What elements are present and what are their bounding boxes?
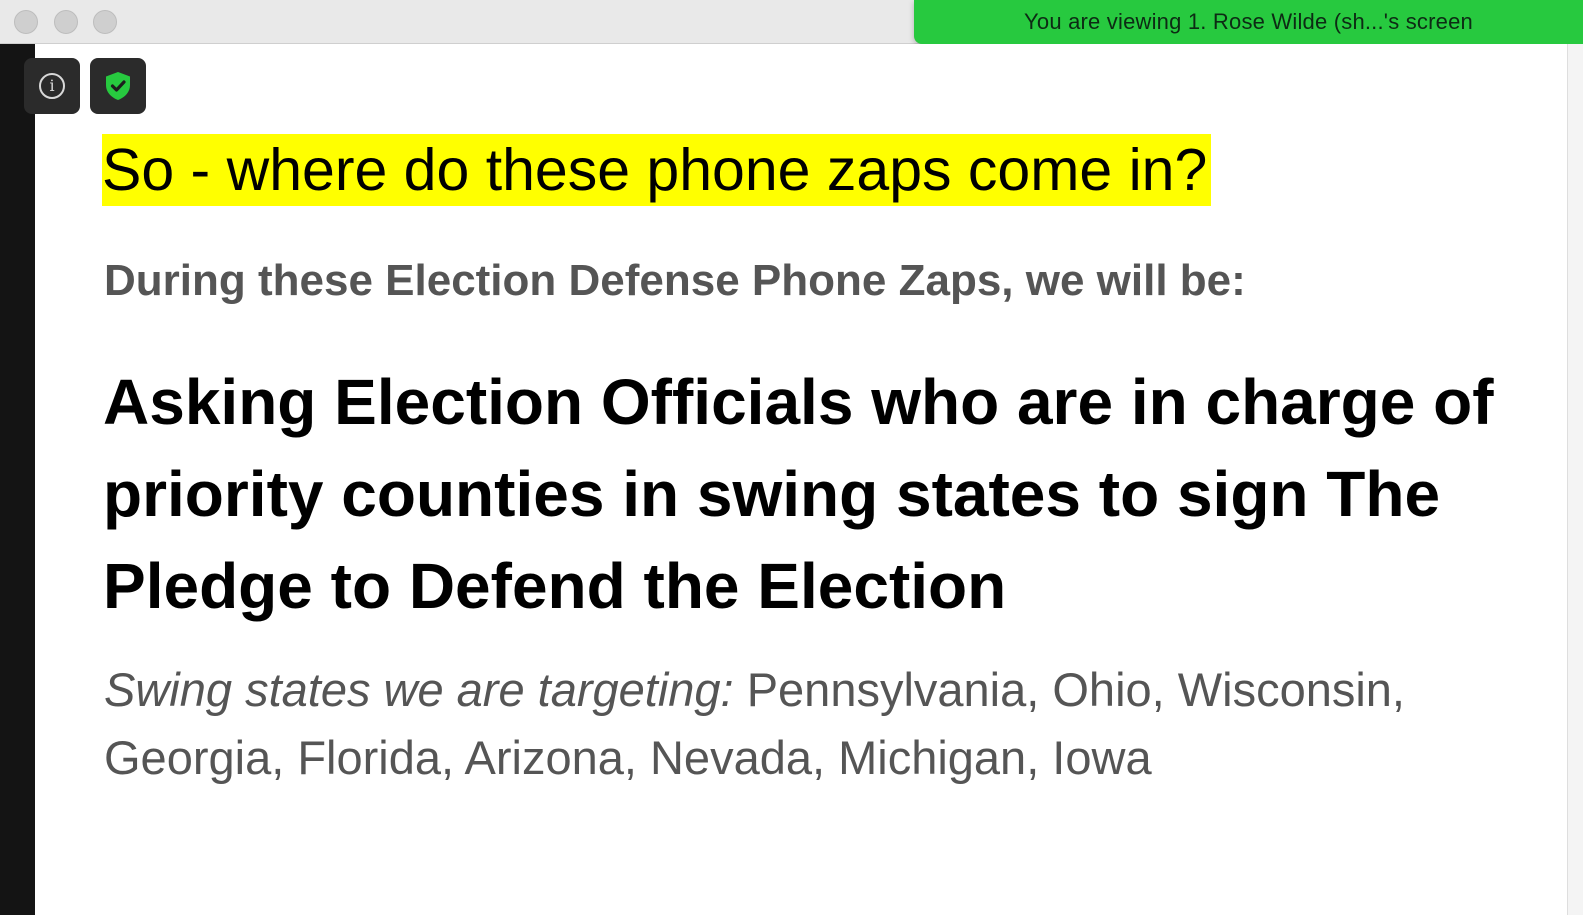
slide-headline: So - where do these phone zaps come in? <box>102 134 1212 206</box>
right-edge-strip <box>1567 44 1583 915</box>
close-window-button[interactable] <box>14 10 38 34</box>
slide-subheading: During these Election Defense Phone Zaps… <box>104 256 1246 305</box>
shield-check-icon <box>106 72 130 100</box>
meeting-info-button[interactable]: i <box>24 58 80 114</box>
screen-share-banner[interactable]: You are viewing 1. Rose Wilde (sh...'s s… <box>914 0 1583 44</box>
minimize-window-button[interactable] <box>54 10 78 34</box>
swing-states-paragraph: Swing states we are targeting: Pennsylva… <box>104 656 1504 792</box>
slide-main-statement: Asking Election Officials who are in cha… <box>103 366 1494 622</box>
screen-share-banner-text: You are viewing 1. Rose Wilde (sh...'s s… <box>1024 9 1473 34</box>
swing-states-label: Swing states we are targeting: <box>104 663 734 716</box>
security-button[interactable] <box>90 58 146 114</box>
info-icon: i <box>39 73 65 99</box>
zoom-window-button[interactable] <box>93 10 117 34</box>
left-edge-strip <box>0 44 35 915</box>
